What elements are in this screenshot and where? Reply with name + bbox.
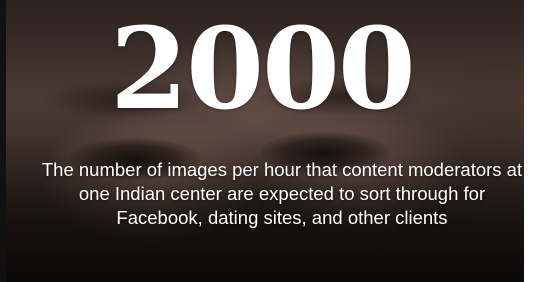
- stat-number: 2000: [110, 4, 416, 135]
- stat-card: 2000 The number of images per hour that …: [0, 0, 534, 282]
- frame-right-edge: [524, 0, 534, 282]
- stat-caption: The number of images per hour that conte…: [41, 159, 523, 228]
